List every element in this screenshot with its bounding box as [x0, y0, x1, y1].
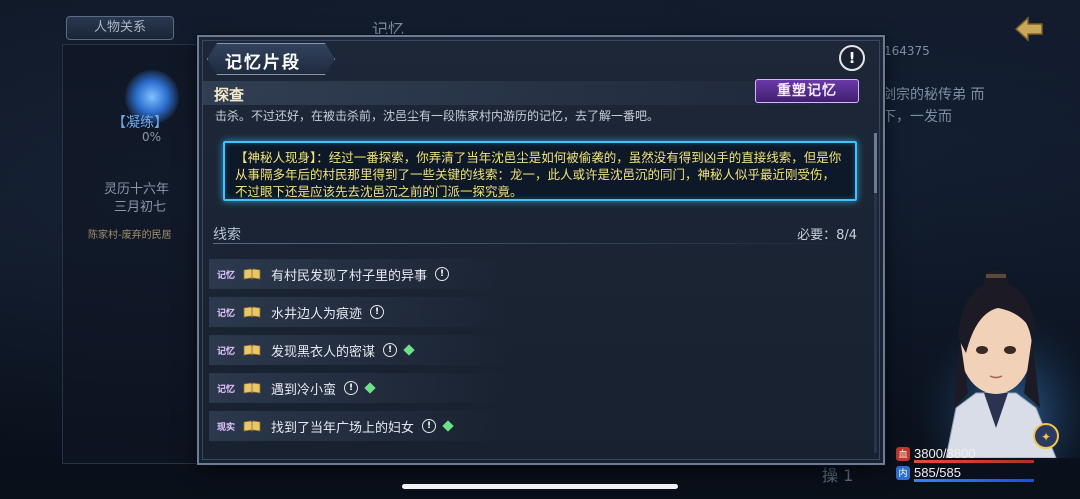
cultivate-label: 【凝练】 — [112, 115, 168, 131]
clue-tag: 记忆 — [216, 384, 235, 395]
clue-text: 找到了当年广场上的妇女 — [271, 420, 415, 436]
book-icon — [243, 268, 261, 280]
location-label: 陈家村-废弃的民居 — [88, 230, 172, 241]
intro-text: 击杀。不过还好，在被击杀前，沈邑尘有一段陈家村内游历的记忆，去了解一番吧。 — [215, 109, 660, 123]
dialog-title: 记忆片段 — [225, 53, 301, 73]
clue-tag: 现实 — [216, 422, 235, 433]
clue-item[interactable]: 记忆 遇到冷小蛮 ! — [209, 373, 509, 403]
clues-divider — [213, 243, 863, 244]
date-line-1: 灵历十六年 — [104, 182, 170, 197]
clue-tag: 记忆 — [216, 346, 235, 357]
clue-info-icon[interactable]: ! — [435, 267, 450, 281]
rebuild-memory-button[interactable]: 重塑记忆 — [755, 79, 859, 103]
clue-info-icon[interactable]: ! — [344, 381, 359, 395]
hp-bar — [914, 460, 1034, 463]
mp-bar — [914, 479, 1034, 482]
character-portrait[interactable]: ✦ — [906, 258, 1080, 458]
book-icon — [243, 382, 261, 394]
hint-box: 【神秘人现身】：经过一番探索，你弄清了当年沈邑尘是如何被偷袭的，虽然没有得到凶手… — [223, 141, 857, 201]
background-number: 164375 — [884, 44, 930, 58]
clue-info-icon[interactable]: ! — [370, 305, 385, 319]
clue-item[interactable]: 记忆 有村民发现了村子里的异事 ! — [209, 259, 509, 289]
new-clue-diamond-icon — [403, 344, 415, 356]
hp-icon: 血 — [896, 446, 910, 461]
clue-text: 发现黑衣人的密谋 — [271, 344, 376, 360]
tab-character-relations[interactable]: 人物关系 — [66, 16, 174, 40]
date-line-2: 三月初七 — [114, 200, 167, 215]
clues-required-count: 必要：8/4 — [797, 228, 857, 243]
clues-heading: 线索 — [213, 227, 241, 243]
clue-tag: 记忆 — [216, 308, 235, 319]
clue-item[interactable]: 记忆 水井边人为痕迹 ! — [209, 297, 509, 327]
clue-text: 水井边人为痕迹 — [271, 306, 363, 322]
background-side-text: 剑宗的秘传弟 而下，一发而 — [882, 87, 985, 125]
character-stats: 血 3800/3800 内 585/585 — [896, 444, 1076, 482]
scrollbar-thumb[interactable] — [874, 133, 877, 193]
background-bottom-number: 操 1 — [822, 466, 854, 485]
new-clue-diamond-icon — [442, 420, 454, 432]
new-clue-diamond-icon — [364, 382, 376, 394]
section-title: 探查 — [214, 86, 245, 104]
memory-fragment-dialog: 记忆片段 ! 探查 重塑记忆 击杀。不过还好，在被击杀前，沈邑尘有一段陈家村内游… — [197, 35, 885, 465]
book-icon — [243, 306, 261, 318]
book-icon — [243, 344, 261, 356]
hp-value: 3800/3800 — [914, 446, 976, 461]
back-arrow-icon[interactable] — [1012, 12, 1046, 46]
clue-info-icon[interactable]: ! — [422, 419, 437, 433]
clue-info-icon[interactable]: ! — [383, 343, 398, 357]
clue-tag: 记忆 — [216, 270, 235, 281]
cultivate-percent: 0% — [142, 130, 162, 144]
mp-value: 585/585 — [914, 465, 961, 480]
book-icon — [243, 420, 261, 432]
info-exclamation-icon[interactable]: ! — [839, 45, 865, 71]
clue-item[interactable]: 记忆 发现黑衣人的密谋 ! — [209, 335, 509, 365]
clue-text: 遇到冷小蛮 — [271, 382, 337, 398]
svg-text:✦: ✦ — [1041, 430, 1051, 444]
dialog-scrollbar[interactable] — [874, 133, 877, 453]
home-indicator[interactable] — [402, 484, 678, 489]
hint-text: 【神秘人现身】：经过一番探索，你弄清了当年沈邑尘是如何被偷袭的，虽然没有得到凶手… — [235, 150, 842, 199]
clue-item[interactable]: 现实 找到了当年广场上的妇女 ! — [209, 411, 509, 441]
mp-icon: 内 — [896, 465, 910, 480]
clue-text: 有村民发现了村子里的异事 — [271, 268, 428, 284]
